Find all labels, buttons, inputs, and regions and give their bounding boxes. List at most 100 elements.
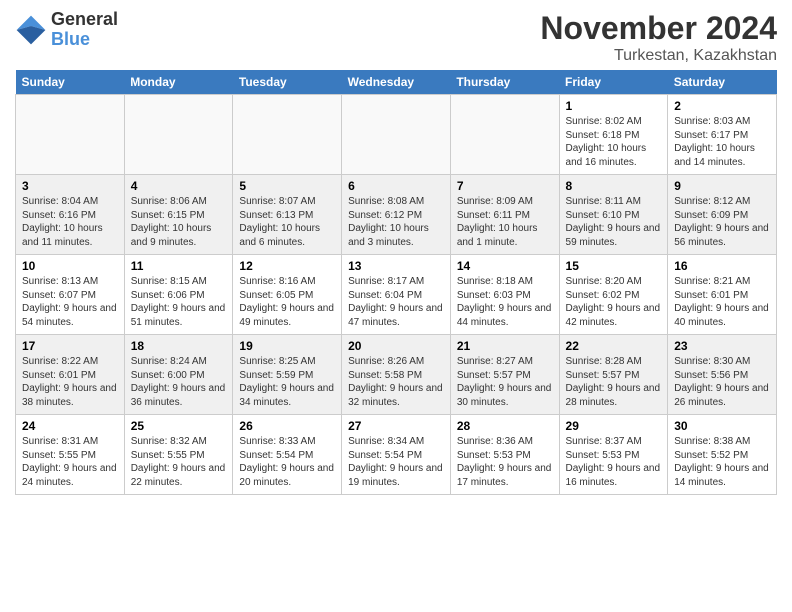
calendar-cell: 25 Sunrise: 8:32 AM Sunset: 5:55 PM Dayli…: [124, 415, 233, 495]
calendar-cell: 4 Sunrise: 8:06 AM Sunset: 6:15 PM Daylig…: [124, 175, 233, 255]
calendar-cell: [450, 95, 559, 175]
day-info: Sunrise: 8:17 AM Sunset: 6:04 PM Dayligh…: [348, 275, 444, 329]
calendar-cell: 6 Sunrise: 8:08 AM Sunset: 6:12 PM Daylig…: [342, 175, 451, 255]
calendar-cell: [342, 95, 451, 175]
day-number: 30: [674, 419, 770, 433]
day-number: 25: [131, 419, 227, 433]
day-number: 11: [131, 259, 227, 273]
weekday-header-friday: Friday: [559, 70, 668, 95]
calendar-cell: 27Sunrise: 8:34 AM Sunset: 5:54 PM Dayli…: [342, 415, 451, 495]
calendar-cell: [16, 95, 125, 175]
day-info: Sunrise: 8:22 AM Sunset: 6:01 PM Dayligh…: [22, 355, 118, 409]
day-info: Sunrise: 8:34 AM Sunset: 5:54 PM Dayligh…: [348, 435, 444, 489]
day-info: Sunrise: 8:37 AM Sunset: 5:53 PM Dayligh…: [566, 435, 662, 489]
day-number: 12: [239, 259, 335, 273]
calendar-cell: 22 Sunrise: 8:28 AM Sunset: 5:57 PM Dayli…: [559, 335, 668, 415]
day-info: Sunrise: 8:16 AM Sunset: 6:05 PM Dayligh…: [239, 275, 335, 329]
calendar-cell: 17Sunrise: 8:22 AM Sunset: 6:01 PM Dayli…: [16, 335, 125, 415]
day-number: 8: [566, 179, 662, 193]
calendar-cell: 8 Sunrise: 8:11 AM Sunset: 6:10 PM Daylig…: [559, 175, 668, 255]
day-info: Sunrise: 8:24 AM Sunset: 6:00 PM Dayligh…: [131, 355, 227, 409]
logo: GeneralBlue: [15, 10, 118, 50]
day-info: Sunrise: 8:28 AM Sunset: 5:57 PM Dayligh…: [566, 355, 662, 409]
calendar-week-row: 10 Sunrise: 8:13 AM Sunset: 6:07 PM Dayli…: [16, 255, 777, 335]
weekday-header-row: SundayMondayTuesdayWednesdayThursdayFrid…: [16, 70, 777, 95]
day-info: Sunrise: 8:18 AM Sunset: 6:03 PM Dayligh…: [457, 275, 553, 329]
logo-text: GeneralBlue: [51, 10, 118, 50]
month-title: November 2024: [540, 10, 777, 47]
calendar-cell: 15 Sunrise: 8:20 AM Sunset: 6:02 PM Dayli…: [559, 255, 668, 335]
day-number: 6: [348, 179, 444, 193]
calendar-cell: [124, 95, 233, 175]
calendar-week-row: 3Sunrise: 8:04 AM Sunset: 6:16 PM Daylig…: [16, 175, 777, 255]
day-number: 19: [239, 339, 335, 353]
day-info: Sunrise: 8:11 AM Sunset: 6:10 PM Dayligh…: [566, 195, 662, 249]
calendar-cell: 19Sunrise: 8:25 AM Sunset: 5:59 PM Dayli…: [233, 335, 342, 415]
day-number: 21: [457, 339, 553, 353]
day-number: 15: [566, 259, 662, 273]
calendar-cell: 29Sunrise: 8:37 AM Sunset: 5:53 PM Dayli…: [559, 415, 668, 495]
day-number: 18: [131, 339, 227, 353]
weekday-header-saturday: Saturday: [668, 70, 777, 95]
day-info: Sunrise: 8:13 AM Sunset: 6:07 PM Dayligh…: [22, 275, 118, 329]
day-info: Sunrise: 8:09 AM Sunset: 6:11 PM Dayligh…: [457, 195, 553, 249]
calendar-cell: 20Sunrise: 8:26 AM Sunset: 5:58 PM Dayli…: [342, 335, 451, 415]
weekday-header-sunday: Sunday: [16, 70, 125, 95]
calendar-cell: 13Sunrise: 8:17 AM Sunset: 6:04 PM Dayli…: [342, 255, 451, 335]
header: GeneralBlue November 2024 Turkestan, Kaz…: [15, 10, 777, 65]
day-info: Sunrise: 8:26 AM Sunset: 5:58 PM Dayligh…: [348, 355, 444, 409]
calendar-table: SundayMondayTuesdayWednesdayThursdayFrid…: [15, 70, 777, 495]
day-info: Sunrise: 8:12 AM Sunset: 6:09 PM Dayligh…: [674, 195, 770, 249]
day-info: Sunrise: 8:27 AM Sunset: 5:57 PM Dayligh…: [457, 355, 553, 409]
day-number: 28: [457, 419, 553, 433]
day-info: Sunrise: 8:08 AM Sunset: 6:12 PM Dayligh…: [348, 195, 444, 249]
calendar-cell: 11 Sunrise: 8:15 AM Sunset: 6:06 PM Dayli…: [124, 255, 233, 335]
weekday-header-thursday: Thursday: [450, 70, 559, 95]
calendar-cell: 23 Sunrise: 8:30 AM Sunset: 5:56 PM Dayli…: [668, 335, 777, 415]
calendar-week-row: 1Sunrise: 8:02 AM Sunset: 6:18 PM Daylig…: [16, 95, 777, 175]
day-info: Sunrise: 8:30 AM Sunset: 5:56 PM Dayligh…: [674, 355, 770, 409]
day-number: 23: [674, 339, 770, 353]
location: Turkestan, Kazakhstan: [540, 47, 777, 65]
day-info: Sunrise: 8:20 AM Sunset: 6:02 PM Dayligh…: [566, 275, 662, 329]
day-info: Sunrise: 8:06 AM Sunset: 6:15 PM Dayligh…: [131, 195, 227, 249]
calendar-cell: [233, 95, 342, 175]
day-info: Sunrise: 8:04 AM Sunset: 6:16 PM Dayligh…: [22, 195, 118, 249]
day-info: Sunrise: 8:36 AM Sunset: 5:53 PM Dayligh…: [457, 435, 553, 489]
day-number: 1: [566, 99, 662, 113]
calendar-cell: 1Sunrise: 8:02 AM Sunset: 6:18 PM Daylig…: [559, 95, 668, 175]
calendar-cell: 9 Sunrise: 8:12 AM Sunset: 6:09 PM Daylig…: [668, 175, 777, 255]
calendar-cell: 28 Sunrise: 8:36 AM Sunset: 5:53 PM Dayli…: [450, 415, 559, 495]
day-info: Sunrise: 8:07 AM Sunset: 6:13 PM Dayligh…: [239, 195, 335, 249]
calendar-week-row: 24Sunrise: 8:31 AM Sunset: 5:55 PM Dayli…: [16, 415, 777, 495]
day-info: Sunrise: 8:38 AM Sunset: 5:52 PM Dayligh…: [674, 435, 770, 489]
day-number: 4: [131, 179, 227, 193]
calendar-cell: 30 Sunrise: 8:38 AM Sunset: 5:52 PM Dayli…: [668, 415, 777, 495]
day-info: Sunrise: 8:33 AM Sunset: 5:54 PM Dayligh…: [239, 435, 335, 489]
title-block: November 2024 Turkestan, Kazakhstan: [540, 10, 777, 65]
calendar-cell: 3Sunrise: 8:04 AM Sunset: 6:16 PM Daylig…: [16, 175, 125, 255]
day-number: 16: [674, 259, 770, 273]
calendar-cell: 21 Sunrise: 8:27 AM Sunset: 5:57 PM Dayli…: [450, 335, 559, 415]
page-container: GeneralBlue November 2024 Turkestan, Kaz…: [0, 0, 792, 505]
day-info: Sunrise: 8:32 AM Sunset: 5:55 PM Dayligh…: [131, 435, 227, 489]
logo-icon: [15, 14, 47, 46]
calendar-cell: 10 Sunrise: 8:13 AM Sunset: 6:07 PM Dayli…: [16, 255, 125, 335]
day-number: 22: [566, 339, 662, 353]
calendar-cell: 5Sunrise: 8:07 AM Sunset: 6:13 PM Daylig…: [233, 175, 342, 255]
weekday-header-monday: Monday: [124, 70, 233, 95]
day-number: 9: [674, 179, 770, 193]
calendar-cell: 7 Sunrise: 8:09 AM Sunset: 6:11 PM Daylig…: [450, 175, 559, 255]
day-info: Sunrise: 8:15 AM Sunset: 6:06 PM Dayligh…: [131, 275, 227, 329]
calendar-cell: 16Sunrise: 8:21 AM Sunset: 6:01 PM Dayli…: [668, 255, 777, 335]
day-number: 7: [457, 179, 553, 193]
calendar-cell: 26Sunrise: 8:33 AM Sunset: 5:54 PM Dayli…: [233, 415, 342, 495]
calendar-cell: 24Sunrise: 8:31 AM Sunset: 5:55 PM Dayli…: [16, 415, 125, 495]
weekday-header-wednesday: Wednesday: [342, 70, 451, 95]
day-number: 10: [22, 259, 118, 273]
day-number: 14: [457, 259, 553, 273]
calendar-cell: 14 Sunrise: 8:18 AM Sunset: 6:03 PM Dayli…: [450, 255, 559, 335]
day-number: 2: [674, 99, 770, 113]
day-info: Sunrise: 8:31 AM Sunset: 5:55 PM Dayligh…: [22, 435, 118, 489]
weekday-header-tuesday: Tuesday: [233, 70, 342, 95]
